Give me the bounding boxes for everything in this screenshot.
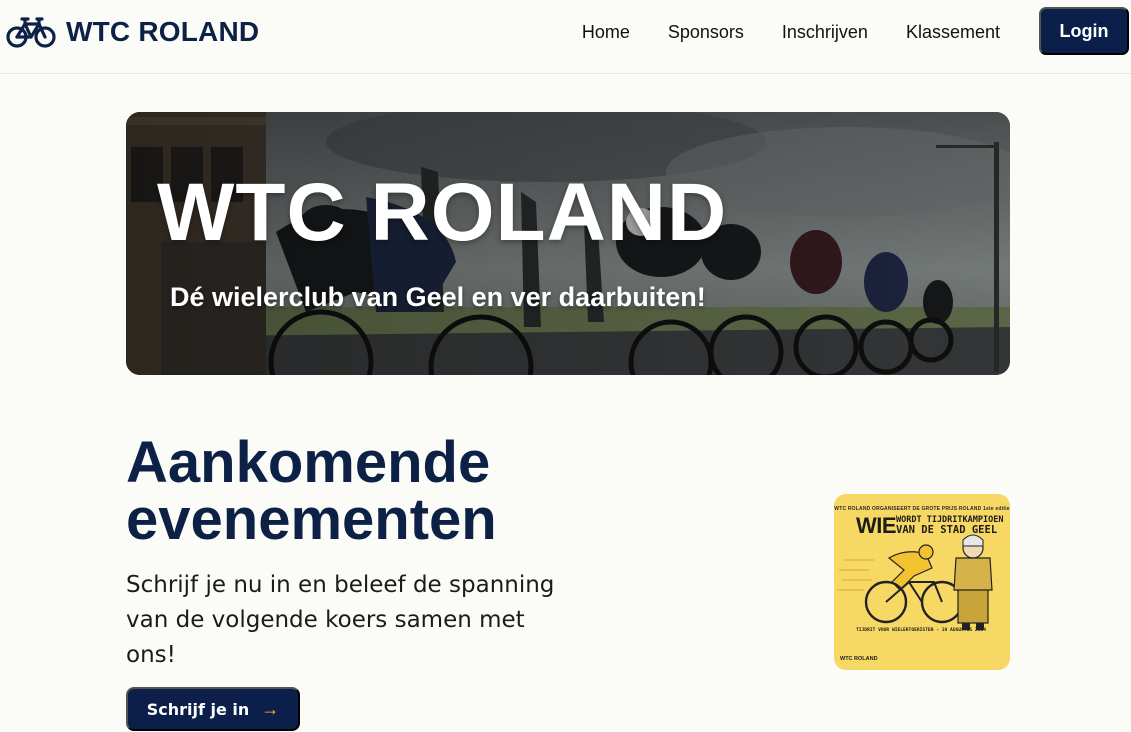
events-heading: Aankomende evenementen [126,430,497,552]
main-nav: Home Sponsors Inschrijven Klassement [582,18,1000,46]
bicycle-icon [6,15,56,49]
poster-bottom-line: TIJDRIT VOOR WIELERTOERISTEN - 19 AUGUST… [856,628,986,633]
hero-banner: WTC ROLAND Dé wielerclub van Geel en ver… [126,112,1010,375]
register-button-label: Schrijf je in [146,699,250,719]
login-button[interactable]: Login [1039,7,1129,55]
brand-name: WTC ROLAND [66,16,260,47]
hero-subtitle: Dé wielerclub van Geel en ver daarbuiten… [170,282,706,312]
register-button[interactable]: Schrijf je in → [126,687,300,731]
poster-illustration [837,534,993,630]
nav-klassement[interactable]: Klassement [906,22,1000,43]
nav-home[interactable]: Home [582,22,630,43]
nav-inschrijven[interactable]: Inschrijven [782,22,868,43]
hero-title: WTC ROLAND [157,167,728,258]
arrow-right-icon: → [261,699,280,719]
navbar: WTC ROLAND Home Sponsors Inschrijven Kla… [0,0,1131,74]
poster-logo: WTC ROLAND [840,656,878,662]
brand-link[interactable]: WTC ROLAND [6,12,259,52]
nav-sponsors[interactable]: Sponsors [668,22,744,43]
event-poster[interactable]: WTC ROLAND ORGANISEERT DE GROTE PRIJS RO… [834,494,1010,670]
events-description: Schrijf je nu in en beleef de spanning v… [126,572,555,668]
poster-top-line: WTC ROLAND ORGANISEERT DE GROTE PRIJS RO… [834,506,1010,512]
